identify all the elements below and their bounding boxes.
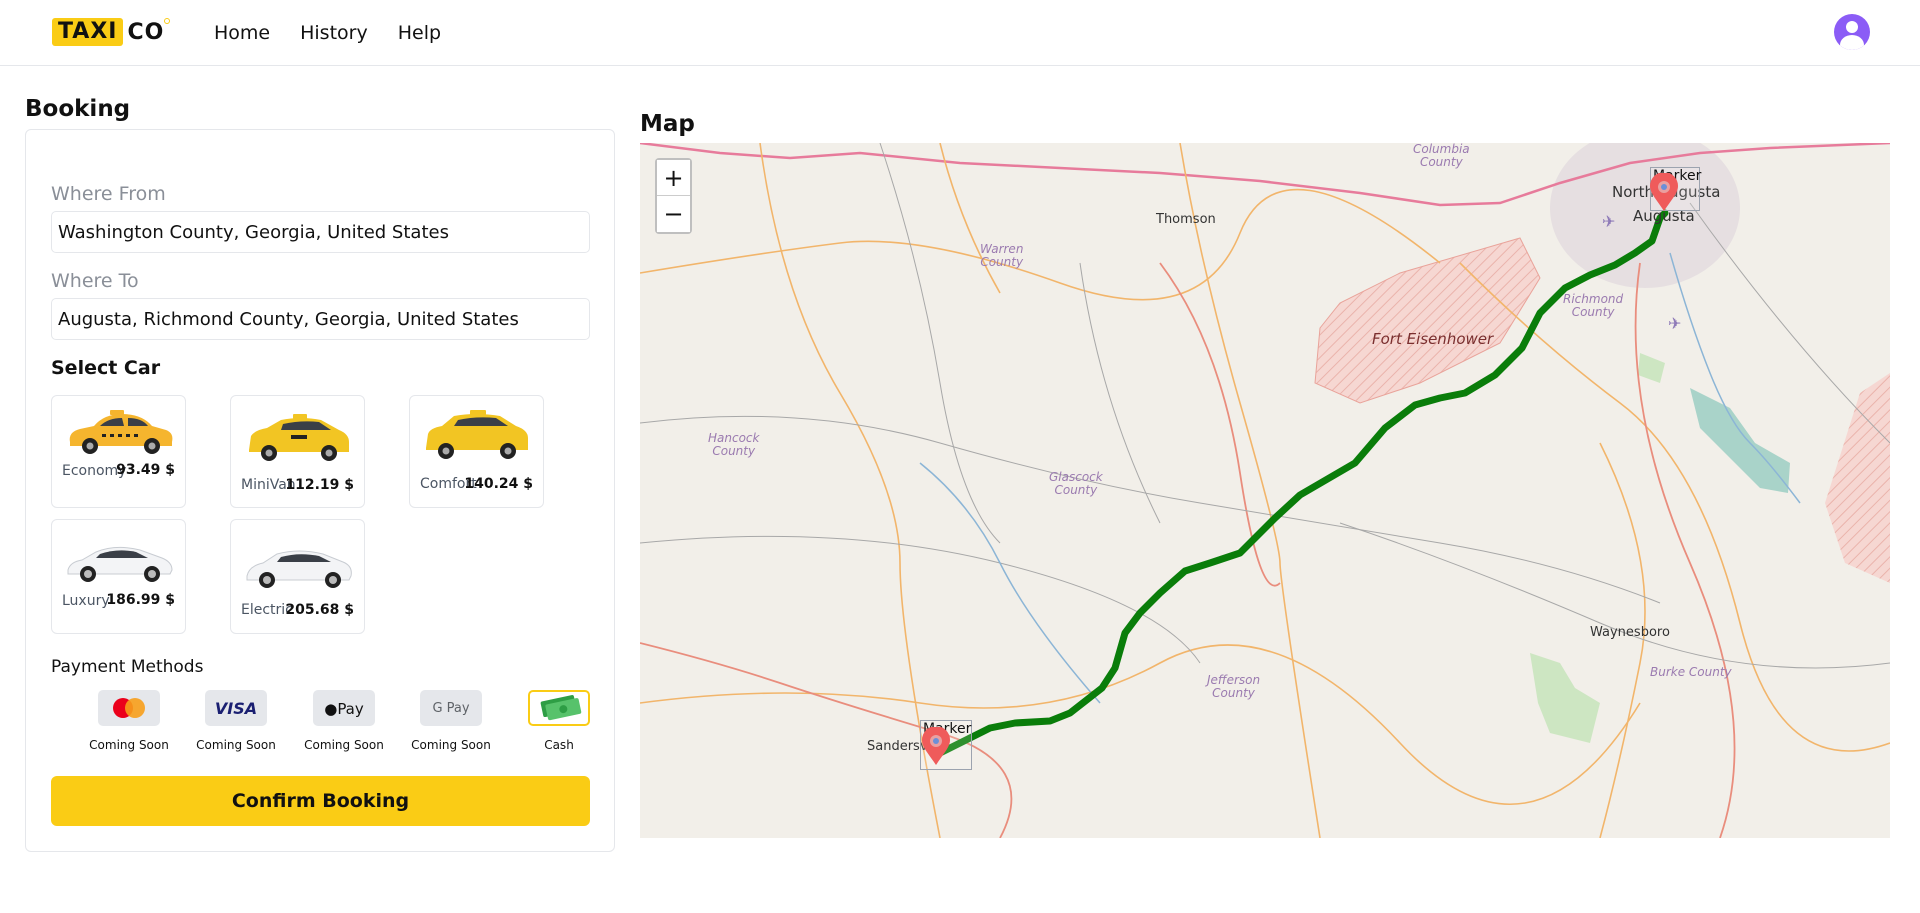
electric-car-icon [246, 550, 352, 588]
payment-caption: Coming Soon [304, 738, 384, 752]
car-name: Luxury [62, 593, 110, 609]
car-price: 93.49 $ [116, 462, 175, 478]
economy-taxi-icon [69, 410, 173, 454]
payment-caption: Cash [544, 738, 574, 752]
payment-option-apple-pay: ●Pay Coming Soon [294, 690, 394, 752]
map-label-warren: Warren County [980, 242, 1024, 269]
logo-taxi-text: TAXI [52, 18, 124, 46]
map-label-columbia: Columbia County [1413, 143, 1470, 169]
top-navbar: TAXI CO Home History Help [0, 0, 1920, 66]
google-pay-icon: G Pay [432, 701, 470, 716]
payment-methods-label: Payment Methods [51, 657, 204, 677]
map-label-burke: Burke County [1650, 665, 1732, 679]
google-pay-button[interactable]: G Pay [420, 690, 482, 726]
nav-home-link[interactable]: Home [214, 20, 270, 46]
booking-card: Where From Where To Select Car Economy 9… [25, 129, 615, 852]
where-to-label: Where To [51, 270, 139, 292]
map-title: Map [640, 111, 695, 137]
car-option-electric[interactable]: Electric 205.68 $ [230, 519, 365, 634]
mastercard-icon [113, 698, 145, 718]
payment-option-visa: VISA Coming Soon [186, 690, 286, 752]
where-from-input[interactable] [51, 211, 590, 253]
car-option-minivan[interactable]: MiniVan 112.19 $ [230, 395, 365, 508]
payment-caption: Coming Soon [89, 738, 169, 752]
minivan-taxi-icon [249, 414, 349, 461]
map-label-jefferson: Jefferson County [1207, 673, 1261, 700]
car-price: 140.24 $ [464, 476, 533, 492]
apple-pay-button[interactable]: ●Pay [313, 690, 375, 726]
user-avatar[interactable] [1834, 14, 1870, 50]
zoom-control: + − [655, 158, 692, 234]
mastercard-button[interactable] [98, 690, 160, 726]
map-pin-icon [1650, 173, 1678, 211]
luxury-car-icon [67, 546, 173, 582]
route-map[interactable]: ✈ ✈ + − Thomson Warren County Columbia C… [640, 143, 1890, 838]
payment-caption: Coming Soon [196, 738, 276, 752]
map-label-richmond: Richmond County [1563, 292, 1624, 319]
car-price: 112.19 $ [285, 477, 354, 493]
where-from-label: Where From [51, 183, 166, 205]
car-option-comfort[interactable]: Comfort 140.24 $ [409, 395, 544, 508]
apple-pay-icon: ●Pay [324, 700, 364, 718]
car-price: 205.68 $ [285, 602, 354, 618]
logo-co-text: CO [127, 17, 171, 45]
confirm-booking-button[interactable]: Confirm Booking [51, 776, 590, 826]
main-nav: Home History Help [214, 20, 441, 46]
airport-icon: ✈ [1602, 212, 1615, 231]
zoom-in-button[interactable]: + [657, 160, 690, 196]
cash-button[interactable] [528, 690, 590, 726]
map-label-waynesboro: Waynesboro [1590, 625, 1670, 640]
visa-button[interactable]: VISA [205, 690, 267, 726]
nav-help-link[interactable]: Help [398, 20, 441, 46]
cash-icon [540, 695, 582, 721]
select-car-label: Select Car [51, 357, 161, 379]
map-label-thomson: Thomson [1156, 212, 1216, 227]
map-label-hancock: Hancock County [708, 431, 760, 458]
payment-option-mastercard: Coming Soon [79, 690, 179, 752]
zoom-out-button[interactable]: − [657, 196, 690, 232]
map-tiles: ✈ ✈ [640, 143, 1890, 838]
comfort-taxi-icon [426, 410, 528, 459]
map-label-fort-eisenhower: Fort Eisenhower [1372, 330, 1494, 348]
booking-title: Booking [25, 96, 131, 122]
taxico-logo[interactable]: TAXI CO [52, 17, 171, 46]
map-pin-icon [922, 727, 950, 765]
payment-caption: Coming Soon [411, 738, 491, 752]
car-option-economy[interactable]: Economy 93.49 $ [51, 395, 186, 508]
nav-history-link[interactable]: History [300, 20, 368, 46]
car-price: 186.99 $ [106, 592, 175, 608]
map-label-sandersville: Sandersv [867, 739, 928, 754]
map-label-glascock: Glascock County [1049, 470, 1103, 497]
car-option-luxury[interactable]: Luxury 186.99 $ [51, 519, 186, 634]
where-to-input[interactable] [51, 298, 590, 340]
payment-option-google-pay: G Pay Coming Soon [401, 690, 501, 752]
visa-icon: VISA [214, 699, 258, 718]
payment-option-cash: Cash [509, 690, 609, 752]
airport-icon: ✈ [1668, 314, 1681, 333]
